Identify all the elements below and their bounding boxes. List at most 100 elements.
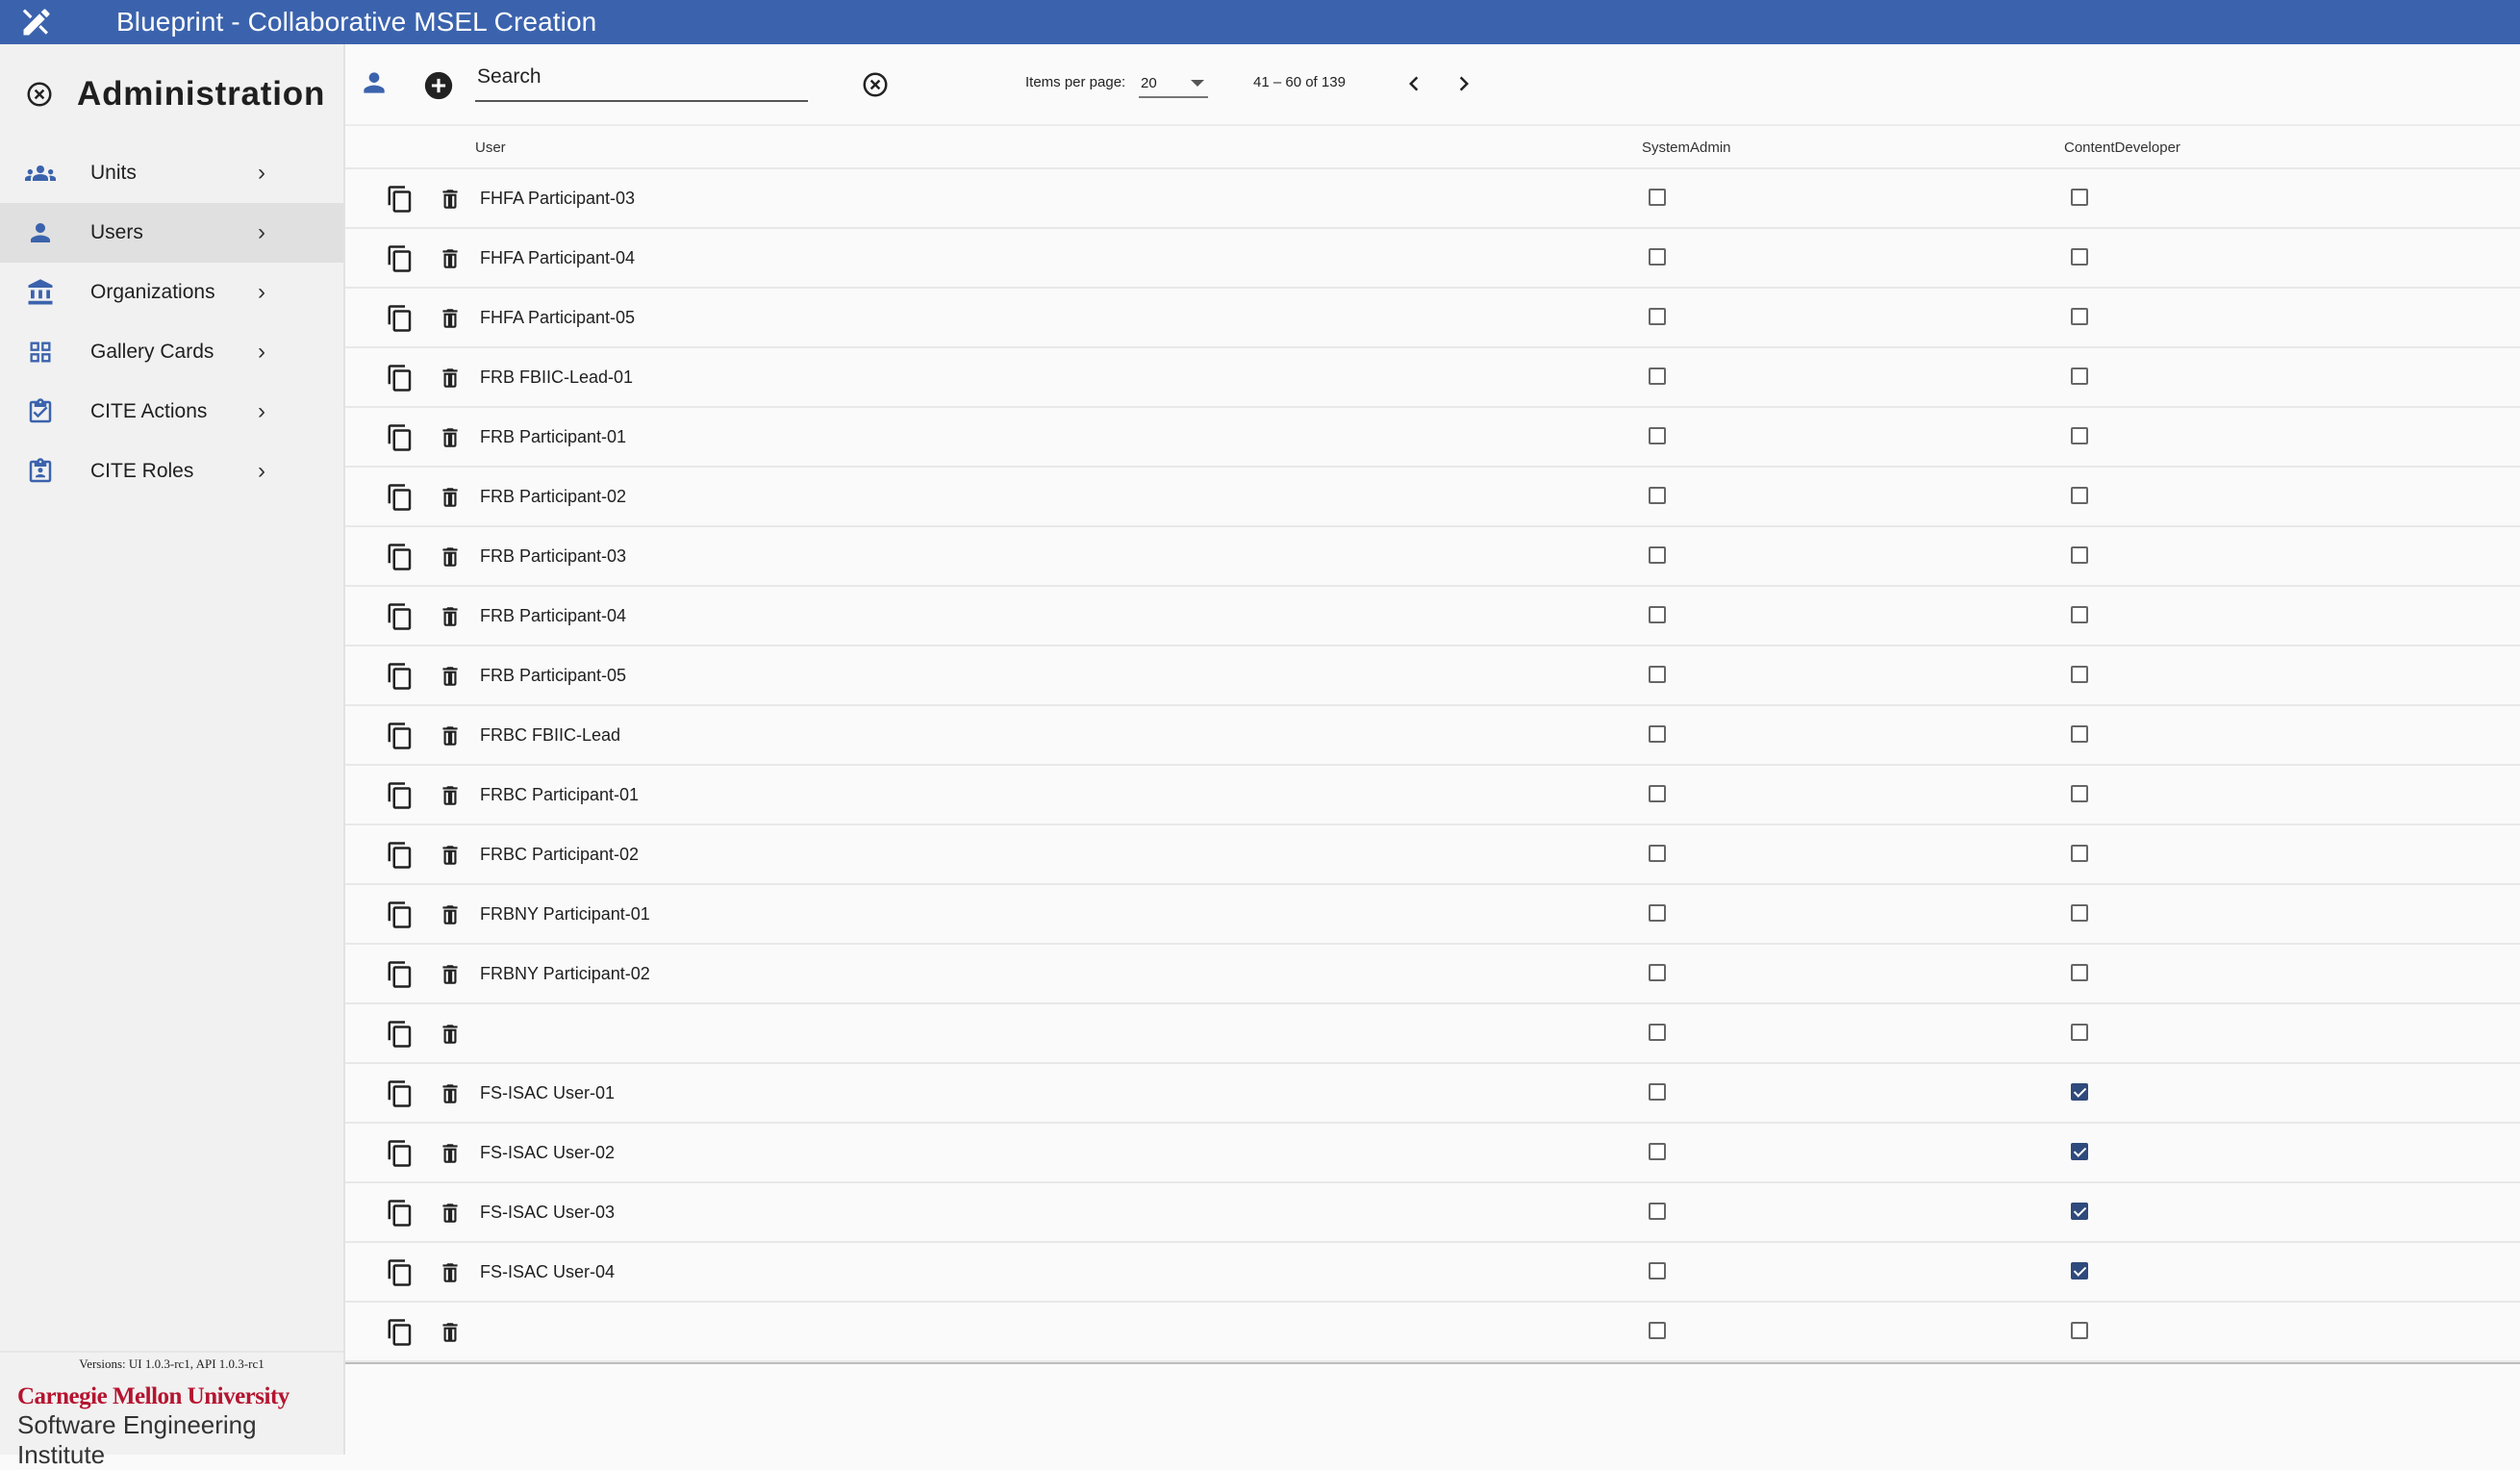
content-developer-checkbox[interactable] [2071,1083,2088,1101]
copy-icon[interactable] [386,185,415,214]
copy-icon[interactable] [386,1139,415,1168]
trash-icon[interactable] [438,1259,463,1286]
drafting-tools-icon[interactable] [17,3,56,41]
system-admin-checkbox[interactable] [1649,308,1666,325]
system-admin-checkbox[interactable] [1649,666,1666,683]
content-developer-checkbox[interactable] [2071,725,2088,743]
column-header-system-admin[interactable]: SystemAdmin [1642,139,1731,156]
column-header-content-developer[interactable]: ContentDeveloper [2064,139,2180,156]
trash-icon[interactable] [438,603,463,630]
trash-icon[interactable] [438,245,463,272]
copy-icon[interactable] [386,364,415,393]
copy-icon[interactable] [386,1079,415,1108]
copy-icon[interactable] [386,244,415,273]
content-developer-checkbox[interactable] [2071,368,2088,385]
content-developer-checkbox[interactable] [2071,189,2088,206]
copy-icon[interactable] [386,304,415,333]
trash-icon[interactable] [438,722,463,749]
system-admin-checkbox[interactable] [1649,845,1666,862]
content-developer-checkbox[interactable] [2071,1262,2088,1280]
trash-icon[interactable] [438,901,463,928]
system-admin-checkbox[interactable] [1649,1322,1666,1339]
trash-icon[interactable] [438,1200,463,1227]
copy-icon[interactable] [386,483,415,512]
items-per-page-select[interactable]: 20 [1139,71,1208,98]
close-circle-icon[interactable] [25,80,54,109]
system-admin-checkbox[interactable] [1649,248,1666,266]
user-name: FRB Participant-01 [480,427,627,446]
copy-icon[interactable] [386,423,415,452]
copy-icon[interactable] [386,1318,415,1347]
trash-icon[interactable] [438,961,463,988]
system-admin-checkbox[interactable] [1649,189,1666,206]
content-developer-checkbox[interactable] [2071,248,2088,266]
clear-search-icon[interactable] [861,70,890,99]
system-admin-checkbox[interactable] [1649,427,1666,444]
column-header-user[interactable]: User [475,139,506,156]
system-admin-checkbox[interactable] [1649,725,1666,743]
content-developer-checkbox[interactable] [2071,546,2088,564]
content-developer-checkbox[interactable] [2071,1024,2088,1041]
copy-icon[interactable] [386,722,415,750]
copy-icon[interactable] [386,841,415,870]
sidebar-item-organizations[interactable]: Organizations › [0,263,343,322]
copy-icon[interactable] [386,543,415,571]
system-admin-checkbox[interactable] [1649,487,1666,504]
content-developer-checkbox[interactable] [2071,606,2088,623]
add-circle-icon[interactable] [422,69,455,102]
system-admin-checkbox[interactable] [1649,368,1666,385]
content-developer-checkbox[interactable] [2071,487,2088,504]
trash-icon[interactable] [438,782,463,809]
content-developer-checkbox[interactable] [2071,785,2088,802]
system-admin-checkbox[interactable] [1649,964,1666,981]
content-developer-checkbox[interactable] [2071,904,2088,922]
copy-icon[interactable] [386,602,415,631]
trash-icon[interactable] [438,424,463,451]
content-developer-checkbox[interactable] [2071,1143,2088,1160]
search-input[interactable] [475,62,806,92]
copy-icon[interactable] [386,960,415,989]
system-admin-checkbox[interactable] [1649,1203,1666,1220]
chevron-left-icon[interactable] [1399,69,1428,98]
content-developer-checkbox[interactable] [2071,964,2088,981]
system-admin-checkbox[interactable] [1649,1262,1666,1280]
trash-icon[interactable] [438,544,463,570]
trash-icon[interactable] [438,1140,463,1167]
content-developer-checkbox[interactable] [2071,308,2088,325]
content-developer-checkbox[interactable] [2071,427,2088,444]
sidebar-item-units[interactable]: Units › [0,143,343,203]
trash-icon[interactable] [438,842,463,869]
chevron-right-icon[interactable] [1449,69,1478,98]
trash-icon[interactable] [438,1319,463,1346]
user-name: FRBC FBIIC-Lead [480,725,621,745]
system-admin-checkbox[interactable] [1649,1083,1666,1101]
trash-icon[interactable] [438,1021,463,1048]
copy-icon[interactable] [386,1199,415,1228]
content-developer-checkbox[interactable] [2071,666,2088,683]
copy-icon[interactable] [386,662,415,691]
content-developer-checkbox[interactable] [2071,1322,2088,1339]
trash-icon[interactable] [438,1080,463,1107]
admin-sidebar: Administration Units › Users › Organizat… [0,44,345,1469]
trash-icon[interactable] [438,365,463,392]
system-admin-checkbox[interactable] [1649,546,1666,564]
sidebar-item-users[interactable]: Users › [0,203,343,263]
trash-icon[interactable] [438,305,463,332]
system-admin-checkbox[interactable] [1649,606,1666,623]
system-admin-checkbox[interactable] [1649,785,1666,802]
content-developer-checkbox[interactable] [2071,845,2088,862]
system-admin-checkbox[interactable] [1649,1024,1666,1041]
trash-icon[interactable] [438,663,463,690]
sidebar-item-gallery-cards[interactable]: Gallery Cards › [0,322,343,382]
sidebar-item-cite-actions[interactable]: CITE Actions › [0,382,343,442]
trash-icon[interactable] [438,186,463,213]
system-admin-checkbox[interactable] [1649,1143,1666,1160]
copy-icon[interactable] [386,900,415,929]
sidebar-item-cite-roles[interactable]: CITE Roles › [0,442,343,501]
content-developer-checkbox[interactable] [2071,1203,2088,1220]
copy-icon[interactable] [386,1020,415,1049]
system-admin-checkbox[interactable] [1649,904,1666,922]
copy-icon[interactable] [386,781,415,810]
trash-icon[interactable] [438,484,463,511]
copy-icon[interactable] [386,1258,415,1287]
